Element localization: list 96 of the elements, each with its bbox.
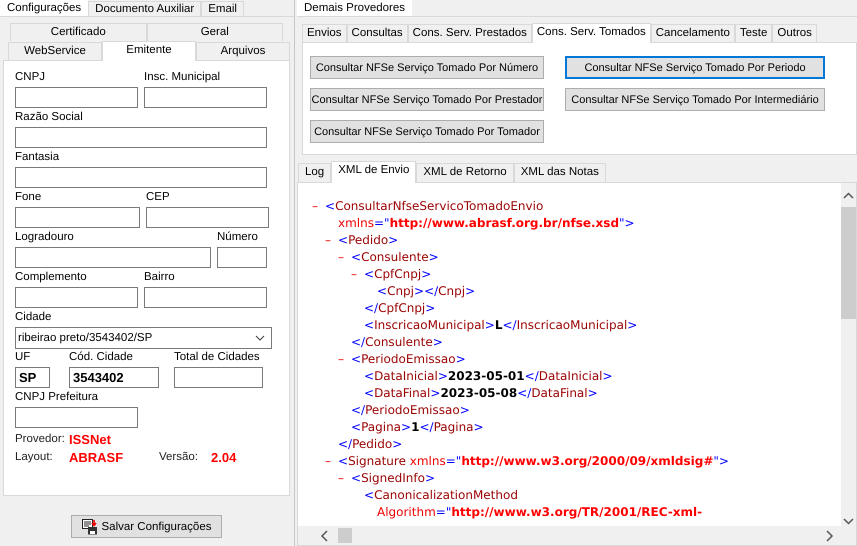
provider-value: ISSNet xyxy=(69,432,111,446)
input-field[interactable] xyxy=(144,87,267,108)
xml-line: <ConsultarNfseServicoTomadoEnvio xyxy=(325,198,544,215)
provider-label: Provedor: xyxy=(15,433,66,445)
xml-line: Algorithm="http://www.w3.org/TR/2001/REC-xml- xyxy=(377,504,702,521)
xml-line: <PeriodoEmissao> xyxy=(351,351,466,368)
field-label: CNPJ xyxy=(15,70,46,85)
chevron-down-icon xyxy=(255,335,265,341)
tab[interactable]: Email xyxy=(201,1,244,16)
collapse-toggle[interactable]: – xyxy=(325,233,331,247)
layout-value: ABRASF xyxy=(69,450,124,464)
xml-line: <CpfCnpj> xyxy=(364,266,432,283)
collapse-toggle[interactable]: – xyxy=(312,199,318,213)
tab[interactable]: XML das Notas xyxy=(514,163,606,182)
xml-line: </PeriodoEmissao> xyxy=(351,402,470,419)
input-field[interactable] xyxy=(15,127,267,148)
tab[interactable]: Cancelamento xyxy=(650,24,735,42)
field-label: Cód. Cidade xyxy=(69,350,134,365)
xml-line: <DataFinal>2023-05-08</DataFinal> xyxy=(364,385,598,402)
xml-line: <Pedido> xyxy=(338,232,398,249)
query-button[interactable]: Consultar NFSe Serviço Tomado Por Número xyxy=(310,56,544,79)
xml-line: <Pagina>1</Pagina> xyxy=(351,419,484,436)
horizontal-scrollbar[interactable] xyxy=(298,526,856,545)
chevron-down-icon[interactable] xyxy=(841,516,856,526)
tab[interactable]: Geral xyxy=(146,23,283,41)
xml-line: </Pedido> xyxy=(338,436,402,453)
scrollbar-thumb[interactable] xyxy=(841,207,856,319)
field-label: Número xyxy=(217,230,259,245)
chevron-up-icon[interactable] xyxy=(841,191,856,201)
input-field[interactable]: 3543402 xyxy=(69,367,159,388)
tab[interactable]: Documento Auxiliar xyxy=(88,1,202,16)
tab[interactable]: XML de Retorno xyxy=(416,163,514,182)
city-dropdown[interactable]: ribeirao preto/3543402/SP xyxy=(15,327,272,349)
query-button[interactable]: Consultar NFSe Serviço Tomado Por Periodo xyxy=(565,56,825,79)
collapse-toggle[interactable]: – xyxy=(325,454,331,468)
input-field[interactable] xyxy=(15,167,267,188)
input-field[interactable] xyxy=(217,247,267,268)
field-label: Razão Social xyxy=(15,110,84,125)
collapse-toggle[interactable]: – xyxy=(338,471,344,485)
field-label: Fone xyxy=(15,190,42,205)
vertical-scrollbar[interactable] xyxy=(841,183,856,526)
query-button[interactable]: Consultar NFSe Serviço Tomado Por Tomador xyxy=(310,120,544,143)
tab[interactable]: Log xyxy=(298,163,332,182)
xml-line: <SignedInfo> xyxy=(351,470,436,487)
layout-label: Layout: xyxy=(15,451,54,463)
collapse-toggle[interactable]: – xyxy=(338,250,344,264)
field-label: Insc. Municipal xyxy=(144,70,222,85)
input-field[interactable] xyxy=(15,87,138,108)
xml-line: xmlns="http://www.abrasf.org.br/nfse.xsd"> xyxy=(338,215,635,232)
xml-line: <Signature xmlns="http://www.w3.org/2000/09/xmldsig#"> xyxy=(338,453,729,470)
input-field[interactable] xyxy=(144,287,267,308)
query-button[interactable]: Consultar NFSe Serviço Tomado Por Prestador xyxy=(310,88,544,111)
input-field[interactable] xyxy=(174,367,263,388)
tab[interactable]: Envios xyxy=(302,24,347,42)
input-field[interactable] xyxy=(15,247,211,268)
tab[interactable]: Cons. Serv. Tomados xyxy=(532,23,651,43)
field-label: CNPJ Prefeitura xyxy=(15,390,100,405)
tab[interactable]: Cons. Serv. Prestados xyxy=(408,24,532,42)
field-label: Logradouro xyxy=(15,230,75,245)
tab[interactable]: Emitente xyxy=(102,41,196,61)
xml-line: <InscricaoMunicipal>L</InscricaoMunicipal> xyxy=(364,317,638,334)
version-value: 2.04 xyxy=(211,450,236,464)
tab[interactable]: Consultas xyxy=(346,24,408,42)
xml-line: <DataInicial>2023-05-01</DataInicial> xyxy=(364,368,613,385)
tab[interactable]: Arquivos xyxy=(196,42,290,60)
tab[interactable]: Certificado xyxy=(10,23,146,41)
input-field[interactable] xyxy=(15,407,138,428)
field-label: Complemento xyxy=(15,270,88,285)
version-label: Versão: xyxy=(159,451,199,463)
tab[interactable]: Outros xyxy=(772,24,817,42)
query-button[interactable]: Consultar NFSe Serviço Tomado Por Intermediário xyxy=(565,88,825,111)
input-field[interactable] xyxy=(146,207,269,228)
tab[interactable]: Teste xyxy=(734,24,772,42)
xml-line: <Consulente> xyxy=(351,249,439,266)
tab[interactable]: XML de Envio xyxy=(331,161,416,183)
field-label: Fantasia xyxy=(15,150,60,165)
collapse-toggle[interactable]: – xyxy=(338,352,344,366)
field-label: Total de Cidades xyxy=(174,350,261,365)
xml-line: <Cnpj></Cnpj> xyxy=(377,283,476,300)
xml-line: </Consulente> xyxy=(351,334,443,351)
tab[interactable]: Demais Provedores xyxy=(297,0,412,16)
field-label: CEP xyxy=(146,190,171,205)
xml-line: </CpfCnpj> xyxy=(364,300,436,317)
save-settings-button[interactable]: Salvar Configurações xyxy=(71,515,222,538)
field-label: UF xyxy=(15,350,32,365)
xml-line: <CanonicalizationMethod xyxy=(364,487,518,504)
input-field[interactable] xyxy=(15,287,138,308)
tab[interactable]: Configurações xyxy=(0,0,88,16)
tab[interactable]: WebService xyxy=(8,42,102,60)
input-field[interactable] xyxy=(15,207,140,228)
save-document-icon xyxy=(82,518,99,534)
collapse-toggle[interactable]: – xyxy=(351,267,357,281)
scrollbar-thumb[interactable] xyxy=(338,528,352,543)
field-label: Cidade xyxy=(15,310,52,325)
field-label: Bairro xyxy=(144,270,176,285)
input-field[interactable]: SP xyxy=(15,367,50,388)
